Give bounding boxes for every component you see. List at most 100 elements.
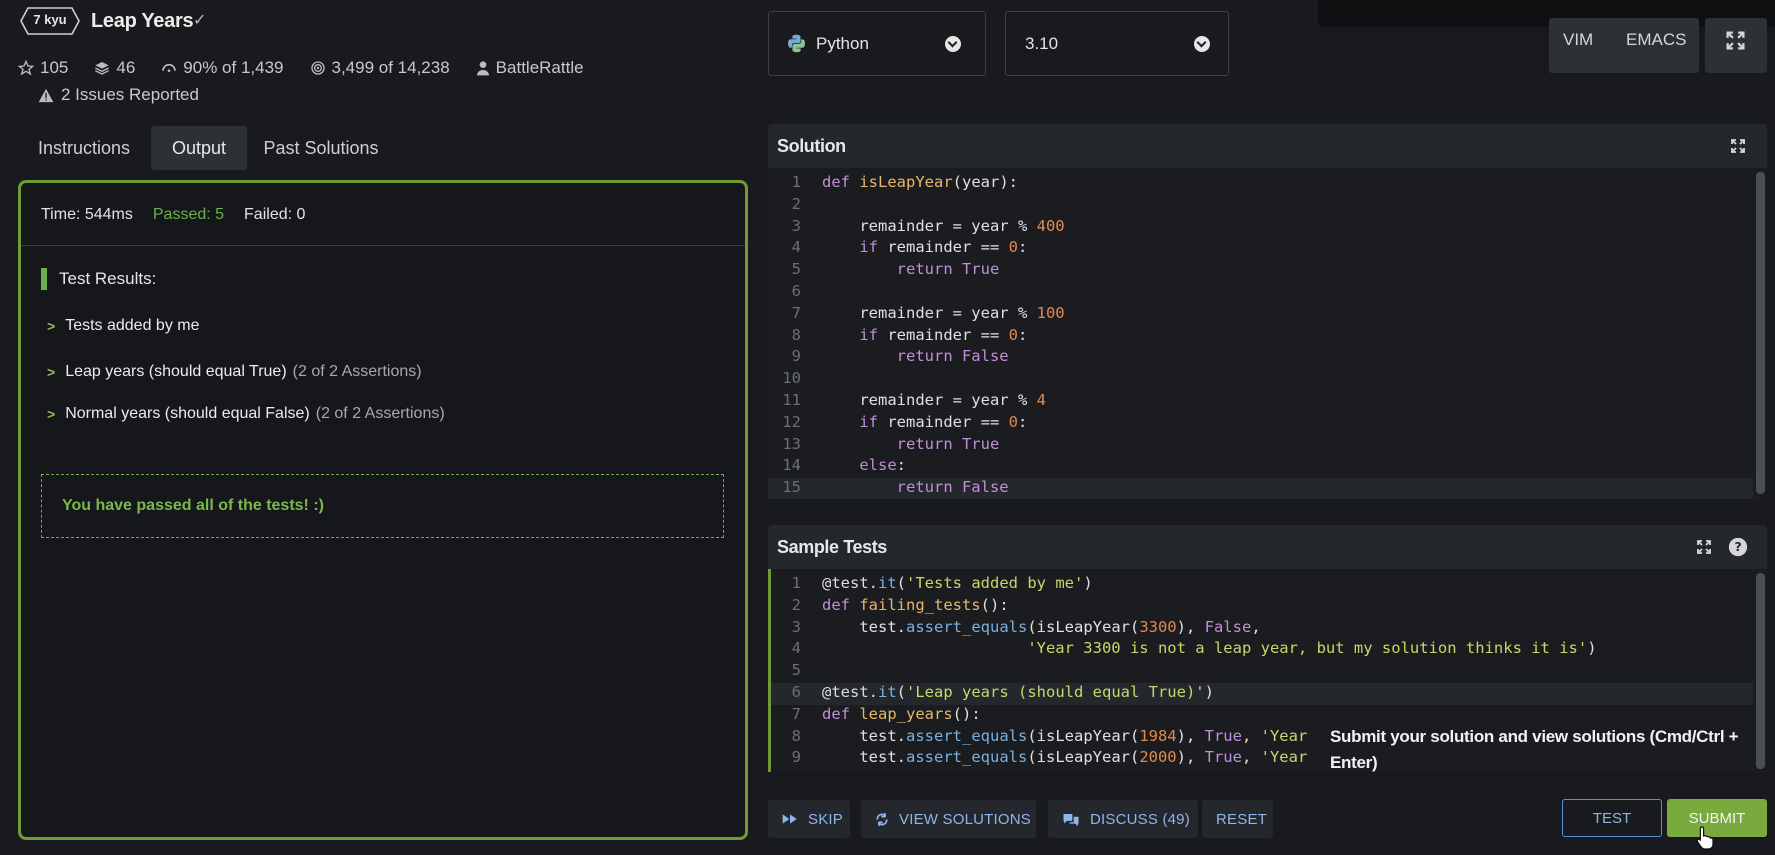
vim-mode-button[interactable]: VIM bbox=[1563, 30, 1593, 50]
code-line[interactable]: 5 bbox=[768, 661, 1753, 683]
refresh-icon bbox=[876, 812, 888, 826]
code-text: def isLeapYear(year): bbox=[822, 173, 1018, 191]
code-line[interactable]: 3 test.assert_equals(isLeapYear(3300), F… bbox=[768, 618, 1753, 640]
collections-count: 46 bbox=[116, 58, 136, 77]
pass-message: You have passed all of the tests! :) bbox=[41, 474, 724, 538]
kata-title: Leap Years bbox=[91, 10, 194, 32]
code-line[interactable]: 4 'Year 3300 is not a leap year, but my … bbox=[768, 639, 1753, 661]
tab-past-solutions[interactable]: Past Solutions bbox=[254, 126, 388, 170]
chevron-right-icon: > bbox=[47, 364, 56, 380]
collections-stat[interactable]: 46 bbox=[94, 58, 135, 78]
language-select[interactable]: Python bbox=[768, 11, 986, 76]
satisfaction-value: 90% of 1,439 bbox=[183, 58, 284, 77]
satisfaction-stat: 90% of 1,439 bbox=[161, 58, 284, 78]
line-number: 6 bbox=[791, 683, 801, 701]
line-number: 2 bbox=[791, 595, 801, 614]
code-line[interactable]: 8 if remainder == 0: bbox=[768, 326, 1753, 348]
fullscreen-button[interactable] bbox=[1705, 18, 1767, 73]
code-text: def failing_tests(): bbox=[822, 595, 1009, 614]
code-text: test.assert_equals(isLeapYear(1984), Tru… bbox=[822, 726, 1308, 745]
tab-instructions[interactable]: Instructions bbox=[20, 126, 148, 170]
code-line[interactable]: 2 def failing_tests(): bbox=[768, 596, 1753, 618]
code-text: else: bbox=[822, 456, 906, 475]
stars-stat[interactable]: 105 bbox=[18, 58, 68, 78]
expand-icon[interactable] bbox=[1696, 539, 1712, 555]
code-text: remainder = year % 100 bbox=[822, 303, 1065, 322]
code-text: 'Year 3300 is not a leap year, but my so… bbox=[1027, 639, 1597, 658]
help-icon[interactable]: ? bbox=[1728, 537, 1748, 557]
test-button[interactable]: TEST bbox=[1562, 799, 1662, 837]
code-line[interactable]: 2 bbox=[768, 195, 1753, 217]
line-number: 2 bbox=[791, 194, 801, 213]
editor-scrollbar[interactable] bbox=[1756, 172, 1765, 494]
code-line[interactable]: 1 @test.it('Tests added by me') bbox=[768, 574, 1753, 596]
target-icon bbox=[310, 61, 325, 75]
svg-text:?: ? bbox=[1735, 539, 1742, 554]
solution-editor[interactable]: 1 def isLeapYear(year): 2 3 remainder = yea… bbox=[768, 168, 1767, 499]
code-line[interactable]: 7 remainder = year % 100 bbox=[768, 304, 1753, 326]
code-line[interactable]: 5 return True bbox=[768, 260, 1753, 282]
line-number: 10 bbox=[782, 369, 801, 388]
test-group-leap-years[interactable]: > Leap years (should equal True) (2 of 2… bbox=[47, 363, 422, 381]
line-number: 8 bbox=[791, 726, 801, 745]
solution-panel-header: Solution bbox=[768, 124, 1767, 168]
tab-output[interactable]: Output bbox=[151, 126, 247, 170]
line-number: 5 bbox=[791, 661, 801, 680]
code-text: if remainder == 0: bbox=[822, 325, 1028, 344]
summary-divider bbox=[21, 245, 745, 246]
reset-button[interactable]: RESET bbox=[1202, 800, 1273, 838]
line-number: 1 bbox=[791, 574, 801, 592]
code-line[interactable]: 15 return False bbox=[768, 478, 1753, 499]
version-value: 3.10 bbox=[1025, 33, 1059, 53]
fast-forward-icon bbox=[782, 814, 797, 824]
passed-count: Passed: 5 bbox=[152, 206, 225, 223]
submit-button[interactable]: SUBMIT bbox=[1667, 799, 1767, 837]
test-group-label: Leap years (should equal True) bbox=[65, 363, 287, 380]
discuss-button[interactable]: DISCUSS (49) bbox=[1048, 800, 1198, 838]
version-select[interactable]: 3.10 bbox=[1005, 11, 1229, 76]
test-results-heading: Test Results: bbox=[41, 268, 156, 290]
code-line[interactable]: 13 return True bbox=[768, 435, 1753, 457]
code-line[interactable]: 10 bbox=[768, 369, 1753, 391]
assertion-count: (2 of 2 Assertions) bbox=[292, 363, 422, 380]
emacs-mode-button[interactable]: EMACS bbox=[1626, 30, 1686, 50]
view-solutions-button[interactable]: VIEW SOLUTIONS bbox=[861, 800, 1036, 838]
chevron-right-icon: > bbox=[47, 318, 56, 334]
test-group-custom[interactable]: > Tests added by me bbox=[47, 317, 199, 335]
code-line[interactable]: 6 @test.it('Leap years (should equal True… bbox=[768, 683, 1753, 705]
line-number: 15 bbox=[782, 478, 801, 497]
completions-value: 3,499 of 14,238 bbox=[331, 58, 450, 77]
code-line[interactable]: 3 remainder = year % 400 bbox=[768, 217, 1753, 239]
test-group-normal-years[interactable]: > Normal years (should equal False) (2 o… bbox=[47, 405, 445, 423]
line-number: 9 bbox=[791, 748, 801, 767]
code-text: test.assert_equals(isLeapYear(2000), Tru… bbox=[822, 748, 1308, 767]
issues-label: 2 Issues Reported bbox=[61, 85, 199, 104]
code-line[interactable]: 1 def isLeapYear(year): bbox=[768, 173, 1753, 195]
rank-label: 7 kyu bbox=[33, 12, 67, 27]
solution-panel-title: Solution bbox=[777, 135, 846, 156]
line-number: 1 bbox=[791, 173, 801, 191]
code-line[interactable]: 6 bbox=[768, 282, 1753, 304]
sample-tests-title: Sample Tests bbox=[777, 536, 887, 557]
reset-label: RESET bbox=[1216, 810, 1268, 828]
layers-icon bbox=[95, 62, 110, 75]
code-line[interactable]: 4 if remainder == 0: bbox=[768, 238, 1753, 260]
code-line[interactable]: 14 else: bbox=[768, 456, 1753, 478]
issues-link[interactable]: 2 Issues Reported bbox=[38, 85, 199, 105]
expand-icon[interactable] bbox=[1730, 138, 1746, 154]
author-stat[interactable]: BattleRattle bbox=[476, 58, 584, 78]
editor-scrollbar[interactable] bbox=[1756, 573, 1765, 769]
code-line[interactable]: 11 remainder = year % 4 bbox=[768, 391, 1753, 413]
code-text: return False bbox=[822, 478, 1009, 497]
code-text: return True bbox=[822, 260, 1000, 279]
user-icon bbox=[476, 61, 489, 76]
completions-stat: 3,499 of 14,238 bbox=[310, 58, 450, 78]
skip-button[interactable]: SKIP bbox=[768, 800, 850, 838]
line-number: 4 bbox=[791, 639, 801, 658]
kata-stats: 105 46 90% of 1,439 3,499 of 14,238 Batt… bbox=[18, 58, 610, 78]
failed-count: Failed: 0 bbox=[244, 206, 306, 223]
code-line[interactable]: 9 return False bbox=[768, 347, 1753, 369]
python-icon bbox=[788, 34, 805, 53]
code-line[interactable]: 12 if remainder == 0: bbox=[768, 413, 1753, 435]
line-number: 5 bbox=[791, 260, 801, 279]
